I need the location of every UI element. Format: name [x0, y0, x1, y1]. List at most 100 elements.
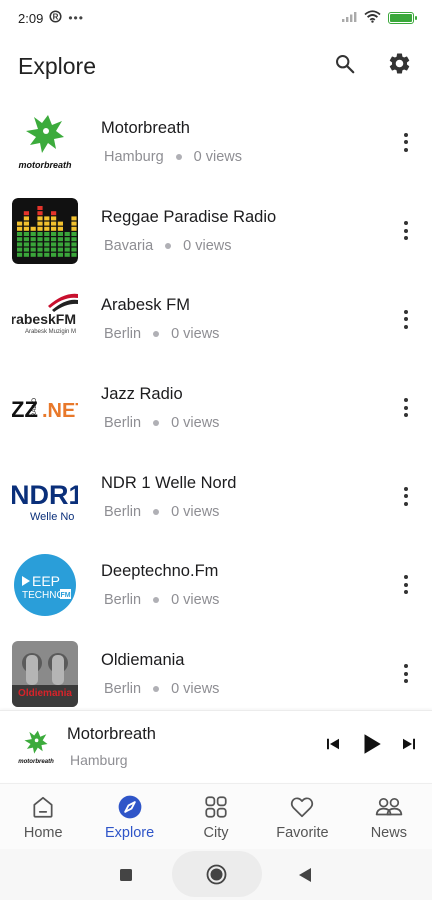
equalizer-segment	[57, 252, 63, 257]
skip-previous-icon[interactable]	[324, 735, 342, 758]
equalizer-segment	[37, 237, 43, 242]
equalizer-segment	[71, 237, 77, 242]
play-icon[interactable]	[358, 731, 384, 762]
home-icon[interactable]	[206, 864, 227, 890]
bottom-navigation: Home Explore City Favorite News	[0, 783, 432, 849]
nav-home[interactable]: Home	[0, 784, 86, 849]
separator-dot	[153, 420, 160, 427]
equalizer-segment	[17, 252, 23, 257]
station-city: Berlin	[104, 326, 142, 343]
station-row[interactable]: NDR1 Welle No NDR 1 Welle Nord Berlin 0 …	[0, 452, 432, 541]
equalizer-segment	[64, 242, 70, 247]
equalizer-segment	[57, 226, 63, 231]
equalizer-segment	[71, 226, 77, 231]
equalizer-segment	[44, 237, 50, 242]
equalizer-segment	[23, 252, 29, 257]
station-name: Oldiemania	[101, 650, 185, 669]
equalizer-segment	[51, 216, 57, 221]
logo-badge: FM	[60, 592, 70, 599]
now-playing-logo: motorbreath	[16, 726, 56, 767]
equalizer-logo	[12, 197, 78, 264]
equalizer-segment	[37, 211, 43, 216]
equalizer-segment	[51, 247, 57, 252]
station-city: Hamburg	[104, 149, 164, 166]
station-row[interactable]: urabeskFM Arabesk Muzigin M Arabesk FM B…	[0, 275, 432, 364]
nav-label-explore: Explore	[105, 824, 155, 841]
equalizer-segment	[30, 252, 36, 257]
station-views: 0 views	[193, 149, 242, 166]
search-icon	[334, 53, 356, 80]
equalizer-segment	[71, 252, 77, 257]
nav-label-home: Home	[23, 824, 63, 841]
equalizer-segment	[71, 221, 77, 226]
equalizer-segment	[30, 226, 36, 231]
settings-icon	[387, 51, 412, 81]
recents-icon[interactable]	[119, 868, 133, 887]
equalizer-segment	[51, 211, 57, 216]
ndr-logo: NDR1 Welle No	[12, 463, 78, 530]
wifi-icon	[364, 10, 381, 26]
separator-dot	[153, 331, 160, 338]
equalizer-segment	[57, 242, 63, 247]
equalizer-segment	[71, 247, 77, 252]
settings-button[interactable]	[384, 51, 414, 81]
more-options-button[interactable]	[394, 124, 418, 160]
station-views: 0 views	[171, 592, 220, 609]
data-saver-icon: R	[49, 10, 62, 26]
equalizer-segment	[64, 247, 70, 252]
station-name: Arabesk FM	[101, 296, 190, 315]
logo-subtext: TECHNO	[22, 590, 64, 601]
more-options-button[interactable]	[394, 478, 418, 514]
heart-icon	[288, 793, 316, 821]
search-button[interactable]	[330, 51, 360, 81]
station-name: NDR 1 Welle Nord	[101, 473, 237, 492]
more-options-button[interactable]	[394, 567, 418, 603]
nav-news[interactable]: News	[346, 784, 432, 849]
nav-favorite[interactable]: Favorite	[259, 784, 345, 849]
station-name: Reggae Paradise Radio	[101, 207, 277, 226]
more-options-button[interactable]	[394, 301, 418, 337]
skip-next-icon[interactable]	[400, 735, 418, 758]
equalizer-segment	[17, 221, 23, 226]
app-header: Explore	[0, 40, 432, 92]
station-row[interactable]: Oldiemania Oldiemania Berlin 0 views	[0, 630, 432, 719]
equalizer-segment	[17, 231, 23, 236]
station-city: Bavaria	[104, 237, 154, 254]
more-options-button[interactable]	[394, 390, 418, 426]
equalizer-segment	[57, 247, 63, 252]
station-city: Berlin	[104, 503, 142, 520]
station-row[interactable]: Reggae Paradise Radio Bavaria 0 views	[0, 187, 432, 276]
more-options-button[interactable]	[394, 656, 418, 692]
mini-player[interactable]: motorbreath Motorbreath Hamburg	[0, 710, 432, 782]
station-row[interactable]: motorbreath Motorbreath Hamburg 0 views	[0, 98, 432, 187]
nav-explore[interactable]: Explore	[86, 784, 172, 849]
station-views: 0 views	[171, 680, 220, 697]
back-icon[interactable]	[298, 867, 312, 888]
equalizer-segment	[30, 242, 36, 247]
logo-small: RADIO	[32, 398, 38, 417]
station-city: Berlin	[104, 592, 142, 609]
equalizer-segment	[44, 252, 50, 257]
equalizer-segment	[23, 247, 29, 252]
separator-dot	[153, 597, 160, 604]
logo-text: urabeskFM	[12, 311, 76, 327]
nav-label-favorite: Favorite	[276, 824, 329, 841]
station-row[interactable]: EEP TECHNO FM Deeptechno.Fm Berlin 0 vie…	[0, 541, 432, 630]
equalizer-segment	[30, 247, 36, 252]
signal-icon	[341, 11, 357, 26]
equalizer-segment	[44, 247, 50, 252]
more-options-button[interactable]	[394, 213, 418, 249]
station-row[interactable]: ZZ RADIO .NET Jazz Radio Berlin 0 views	[0, 364, 432, 453]
logo-suffix: .NET	[42, 400, 78, 422]
nav-city[interactable]: City	[173, 784, 259, 849]
arabesk-logo: urabeskFM Arabesk Muzigin M	[12, 286, 78, 353]
separator-dot	[175, 154, 182, 161]
equalizer-segment	[17, 247, 23, 252]
equalizer-segment	[23, 237, 29, 242]
station-city: Berlin	[104, 415, 142, 432]
equalizer-segment	[71, 231, 77, 236]
now-playing-title: Motorbreath	[67, 725, 156, 743]
battery-icon	[388, 12, 417, 24]
equalizer-segment	[57, 237, 63, 242]
status-time: 2:09	[18, 10, 44, 26]
